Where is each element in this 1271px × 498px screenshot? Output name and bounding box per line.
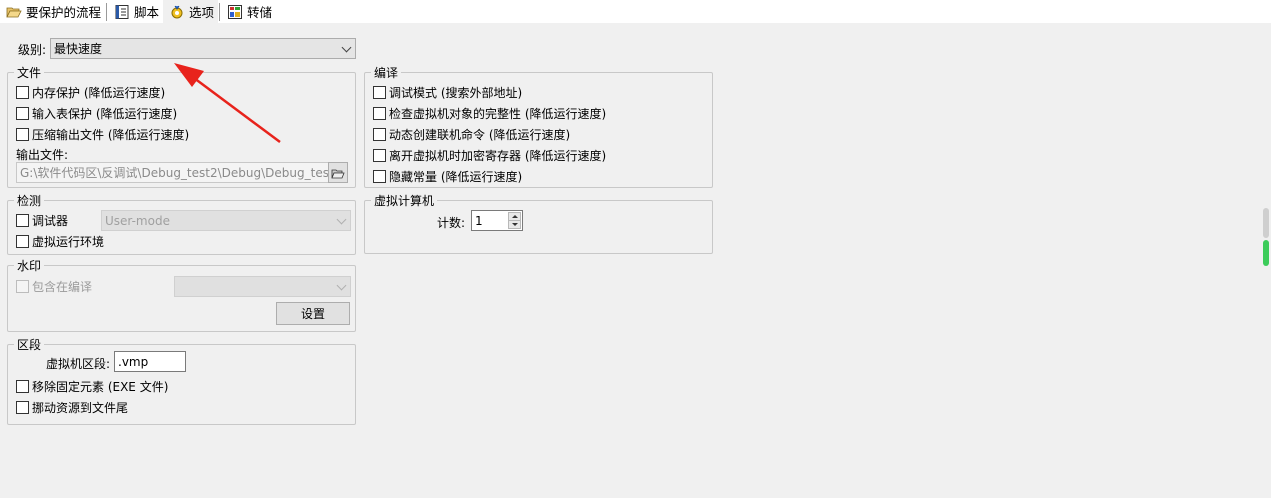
- group-title: 文件: [14, 64, 45, 81]
- memory-protect-checkbox[interactable]: 内存保护 (降低运行速度): [16, 84, 165, 100]
- tab-label: 选项: [189, 5, 215, 20]
- tab-bar: 要保护的流程 脚本 选项 转储: [0, 0, 1271, 24]
- count-value: 1: [475, 213, 483, 228]
- output-file-input[interactable]: G:\软件代码区\反调试\Debug_test2\Debug\Debug_tes…: [16, 162, 336, 183]
- debug-mode-checkbox[interactable]: 调试模式 (搜索外部地址): [373, 84, 522, 100]
- script-icon: [114, 4, 130, 20]
- checkbox-box: [16, 234, 29, 248]
- group-title: 编译: [371, 64, 402, 81]
- checkbox-label: 离开虚拟机时加密寄存器 (降低运行速度): [389, 148, 607, 163]
- checkbox-label: 输入表保护 (降低运行速度): [32, 106, 178, 121]
- move-resources-checkbox[interactable]: 挪动资源到文件尾: [16, 399, 128, 415]
- tab-label: 脚本: [134, 5, 160, 20]
- tab-script[interactable]: 脚本: [108, 0, 163, 24]
- group-title: 虚拟计算机: [371, 192, 438, 209]
- tab-label: 转储: [247, 5, 273, 20]
- output-file-path: G:\软件代码区\反调试\Debug_test2\Debug\Debug_tes…: [20, 166, 335, 180]
- detect-group: 检测 调试器 User-mode 虚拟运行环境: [7, 192, 356, 255]
- checkbox-label: 动态创建联机命令 (降低运行速度): [389, 127, 571, 142]
- checkbox-box: [373, 85, 386, 99]
- folder-open-icon: [6, 4, 22, 20]
- browse-button[interactable]: [328, 162, 348, 183]
- vm-group: 虚拟计算机 计数: 1: [364, 192, 713, 254]
- encrypt-registers-checkbox[interactable]: 离开虚拟机时加密寄存器 (降低运行速度): [373, 147, 606, 163]
- check-vm-integrity-checkbox[interactable]: 检查虚拟机对象的完整性 (降低运行速度): [373, 105, 606, 121]
- remove-fixed-elements-checkbox[interactable]: 移除固定元素 (EXE 文件): [16, 378, 168, 394]
- tab-options[interactable]: 选项: [163, 0, 219, 24]
- tab-label: 要保护的流程: [26, 5, 102, 20]
- checkbox-box: [16, 106, 29, 120]
- checkbox-label: 内存保护 (降低运行速度): [32, 85, 166, 100]
- tab-separator: [106, 2, 108, 21]
- browse-folder-icon: [331, 169, 345, 178]
- hide-constants-checkbox[interactable]: 隐藏常量 (降低运行速度): [373, 168, 522, 184]
- dump-icon: [227, 4, 243, 20]
- scroll-indicator: [1263, 240, 1269, 266]
- chevron-down-icon: [336, 214, 347, 225]
- tab-separator: [219, 2, 221, 21]
- arrow-up-icon: [512, 215, 518, 218]
- options-icon: [169, 4, 185, 20]
- level-value: 最快速度: [54, 42, 103, 56]
- tab-protect-process[interactable]: 要保护的流程: [0, 0, 105, 24]
- vm-section-value: .vmp: [118, 354, 149, 369]
- scroll-thumb[interactable]: [1263, 208, 1269, 238]
- debugger-checkbox[interactable]: 调试器: [16, 212, 68, 228]
- group-title: 水印: [14, 257, 45, 274]
- chevron-down-icon: [341, 42, 352, 53]
- vm-section-input[interactable]: .vmp: [114, 351, 186, 372]
- checkbox-label: 挪动资源到文件尾: [32, 400, 129, 415]
- virtual-env-checkbox[interactable]: 虚拟运行环境: [16, 233, 104, 249]
- tab-dump[interactable]: 转储: [221, 0, 276, 24]
- settings-button-label: 设置: [300, 307, 325, 321]
- import-protect-checkbox[interactable]: 输入表保护 (降低运行速度): [16, 105, 177, 121]
- checkbox-label: 移除固定元素 (EXE 文件): [32, 379, 169, 394]
- checkbox-label: 调试器: [32, 213, 69, 228]
- watermark-group: 水印 包含在编译 设置: [7, 257, 356, 332]
- checkbox-box: [16, 379, 29, 393]
- vm-section-label: 虚拟机区段:: [46, 357, 111, 371]
- count-stepper[interactable]: 1: [471, 210, 523, 231]
- checkbox-box: [373, 127, 386, 141]
- debugger-mode-value: User-mode: [105, 213, 170, 228]
- include-in-compile-checkbox[interactable]: 包含在编译: [16, 278, 92, 294]
- watermark-select[interactable]: [174, 276, 351, 297]
- checkbox-box: [16, 127, 29, 141]
- checkbox-box: [16, 400, 29, 414]
- checkbox-label: 检查虚拟机对象的完整性 (降低运行速度): [389, 106, 607, 121]
- group-title: 检测: [14, 192, 45, 209]
- checkbox-box: [373, 169, 386, 183]
- checkbox-label: 隐藏常量 (降低运行速度): [389, 169, 523, 184]
- checkbox-box: [16, 213, 29, 227]
- arrow-down-icon: [512, 223, 518, 226]
- group-title: 区段: [14, 336, 45, 353]
- compile-group: 编译 调试模式 (搜索外部地址) 检查虚拟机对象的完整性 (降低运行速度) 动态…: [364, 64, 713, 188]
- debugger-mode-select[interactable]: User-mode: [101, 210, 351, 231]
- section-group: 区段 虚拟机区段: .vmp 移除固定元素 (EXE 文件) 挪动资源到文件尾: [7, 336, 356, 425]
- checkbox-label: 包含在编译: [32, 279, 93, 294]
- output-file-label: 输出文件:: [16, 148, 69, 162]
- chevron-down-icon: [336, 280, 347, 291]
- red-arrow-annotation: [174, 63, 281, 144]
- checkbox-box: [16, 85, 29, 99]
- checkbox-box: [16, 279, 29, 293]
- checkbox-box: [373, 106, 386, 120]
- spin-down-button[interactable]: [508, 220, 521, 229]
- level-label: 级别:: [18, 43, 47, 57]
- settings-button[interactable]: 设置: [276, 302, 350, 325]
- checkbox-label: 虚拟运行环境: [32, 234, 105, 249]
- checkbox-box: [373, 148, 386, 162]
- checkbox-label: 调试模式 (搜索外部地址): [389, 85, 523, 100]
- count-label: 计数:: [437, 216, 466, 230]
- dynamic-commands-checkbox[interactable]: 动态创建联机命令 (降低运行速度): [373, 126, 570, 142]
